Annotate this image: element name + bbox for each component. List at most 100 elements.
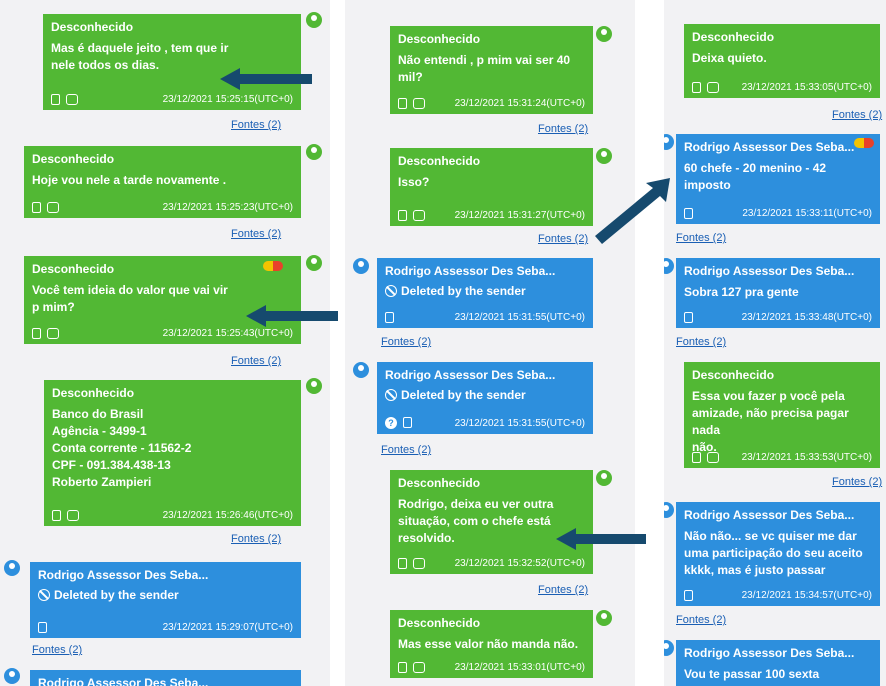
message-sender: Rodrigo Assessor Des Seba...	[684, 140, 855, 154]
message-bubble[interactable]: Desconhecido Hoje vou nele a tarde novam…	[24, 146, 301, 218]
message-text: Essa vou fazer p você pela amizade, não …	[692, 389, 849, 454]
message-bubble[interactable]: Desconhecido Você tem ideia do valor que…	[24, 256, 301, 344]
message-timestamp: 23/12/2021 15:25:23(UTC+0)	[162, 202, 293, 213]
annotation-arrow	[595, 178, 670, 244]
deleted-message: Deleted by the sender	[38, 588, 293, 602]
contact-avatar	[596, 148, 612, 164]
contact-avatar	[4, 668, 20, 684]
message-footer: 23/12/2021 15:31:24(UTC+0)	[398, 95, 585, 109]
phone-icon	[684, 208, 693, 219]
message-footer: 23/12/2021 15:29:07(UTC+0)	[38, 619, 293, 633]
status-badge	[854, 138, 874, 148]
message-timestamp: 23/12/2021 15:31:24(UTC+0)	[454, 98, 585, 109]
message-text: Hoje vou nele a tarde novamente .	[32, 173, 227, 187]
phone-icon	[51, 94, 60, 105]
phone-icon	[684, 590, 693, 601]
message-bubble[interactable]: Rodrigo Assessor Des Seba... 60 chefe - …	[676, 134, 880, 224]
message-bubble[interactable]: Desconhecido Essa vou fazer p você pela …	[684, 362, 880, 468]
message-text: 60 chefe - 20 menino - 42 imposto	[684, 161, 827, 192]
contact-avatar	[596, 26, 612, 42]
sources-link[interactable]: Fontes (2)	[32, 644, 82, 656]
contact-avatar	[596, 470, 612, 486]
contact-card-icon	[707, 452, 719, 463]
message-sender: Rodrigo Assessor Des Seba...	[684, 508, 855, 522]
message-sender: Rodrigo Assessor Des Seba...	[38, 568, 209, 582]
message-bubble[interactable]: Desconhecido Mas é daquele jeito , tem q…	[43, 14, 301, 110]
message-bubble[interactable]: Rodrigo Assessor Des Seba... Deleted by …	[30, 562, 301, 638]
message-bubble[interactable]: Desconhecido Não entendi , p mim vai ser…	[390, 26, 593, 114]
sources-link[interactable]: Fontes (2)	[676, 614, 726, 626]
sources-link[interactable]: Fontes (2)	[231, 355, 281, 367]
phone-icon	[692, 82, 701, 93]
contact-avatar	[353, 362, 369, 378]
message-bubble[interactable]: Rodrigo Assessor Des Seba... Deleted by …	[377, 258, 593, 328]
sources-link[interactable]: Fontes (2)	[676, 232, 726, 244]
message-text: Não entendi , p mim vai ser 40 mil?	[398, 53, 571, 84]
message-text: Banco do Brasil Agência - 3499-1 Conta c…	[52, 407, 192, 489]
contact-avatar	[306, 12, 322, 28]
message-bubble[interactable]: Rodrigo Assessor Des Seba... Vou te pass…	[676, 640, 880, 686]
message-text: Não não... se vc quiser me dar uma parti…	[684, 529, 863, 577]
contact-avatar	[664, 640, 674, 656]
sources-link[interactable]: Fontes (2)	[231, 228, 281, 240]
message-timestamp: 23/12/2021 15:29:07(UTC+0)	[162, 622, 293, 633]
message-footer: 23/12/2021 15:26:46(UTC+0)	[52, 507, 293, 521]
message-sender: Rodrigo Assessor Des Seba...	[38, 676, 209, 686]
sources-link[interactable]: Fontes (2)	[231, 533, 281, 545]
phone-icon	[398, 210, 407, 221]
message-sender: Rodrigo Assessor Des Seba...	[684, 646, 855, 660]
message-bubble[interactable]: Rodrigo Assessor Des Seba... Não não... …	[676, 502, 880, 606]
phone-icon	[38, 622, 47, 633]
phone-icon	[52, 510, 61, 521]
phone-icon	[385, 312, 394, 323]
message-bubble[interactable]: Desconhecido Mas esse valor não manda nã…	[390, 610, 593, 678]
message-bubble[interactable]: Desconhecido Banco do Brasil Agência - 3…	[44, 380, 301, 526]
contact-card-icon	[67, 510, 79, 521]
message-footer: ? 23/12/2021 15:31:55(UTC+0)	[385, 415, 585, 429]
contact-avatar	[596, 610, 612, 626]
contact-avatar	[664, 258, 674, 274]
message-sender: Desconhecido	[398, 616, 481, 630]
message-sender: Desconhecido	[32, 262, 115, 276]
sources-link[interactable]: Fontes (2)	[832, 109, 882, 121]
sources-link[interactable]: Fontes (2)	[538, 233, 588, 245]
message-timestamp: 23/12/2021 15:25:43(UTC+0)	[162, 328, 293, 339]
message-text: Sobra 127 pra gente	[684, 285, 799, 299]
message-bubble[interactable]: Desconhecido Deixa quieto. 23/12/2021 15…	[684, 24, 880, 98]
sources-link[interactable]: Fontes (2)	[538, 584, 588, 596]
message-timestamp: 23/12/2021 15:26:46(UTC+0)	[162, 510, 293, 521]
message-timestamp: 23/12/2021 15:32:52(UTC+0)	[454, 558, 585, 569]
chat-column-2: Desconhecido Não entendi , p mim vai ser…	[345, 0, 635, 686]
sources-link[interactable]: Fontes (2)	[676, 336, 726, 348]
message-bubble[interactable]: Desconhecido Isso? 23/12/2021 15:31:27(U…	[390, 148, 593, 226]
sources-link[interactable]: Fontes (2)	[538, 123, 588, 135]
message-bubble[interactable]: Desconhecido Rodrigo, deixa eu ver outra…	[390, 470, 593, 574]
message-footer: 23/12/2021 15:25:23(UTC+0)	[32, 199, 293, 213]
blocked-icon	[385, 285, 397, 297]
deleted-message: Deleted by the sender	[385, 284, 585, 298]
message-bubble[interactable]: Rodrigo Assessor Des Seba... Deleted by …	[377, 362, 593, 434]
contact-avatar	[353, 258, 369, 274]
message-timestamp: 23/12/2021 15:34:57(UTC+0)	[741, 590, 872, 601]
message-sender: Desconhecido	[398, 154, 481, 168]
phone-icon	[398, 98, 407, 109]
message-sender: Rodrigo Assessor Des Seba...	[385, 264, 556, 278]
message-text: Isso?	[398, 175, 430, 189]
sources-link[interactable]: Fontes (2)	[381, 336, 431, 348]
chat-column-3: Desconhecido Deixa quieto. 23/12/2021 15…	[664, 0, 886, 686]
contact-card-icon	[47, 202, 59, 213]
sources-link[interactable]: Fontes (2)	[231, 119, 281, 131]
message-footer: 23/12/2021 15:33:53(UTC+0)	[692, 449, 872, 463]
message-sender: Desconhecido	[32, 152, 115, 166]
sources-link[interactable]: Fontes (2)	[832, 476, 882, 488]
status-badge	[263, 261, 283, 271]
message-sender: Desconhecido	[52, 386, 135, 400]
message-bubble[interactable]: Rodrigo Assessor Des Seba... Sobra 127 p…	[676, 258, 880, 328]
blocked-icon	[38, 589, 50, 601]
message-bubble[interactable]: Rodrigo Assessor Des Seba...	[30, 670, 301, 686]
message-timestamp: 23/12/2021 15:33:53(UTC+0)	[741, 452, 872, 463]
contact-avatar	[306, 378, 322, 394]
sources-link[interactable]: Fontes (2)	[381, 444, 431, 456]
message-footer: 23/12/2021 15:33:05(UTC+0)	[692, 79, 872, 93]
message-timestamp: 23/12/2021 15:31:27(UTC+0)	[454, 210, 585, 221]
